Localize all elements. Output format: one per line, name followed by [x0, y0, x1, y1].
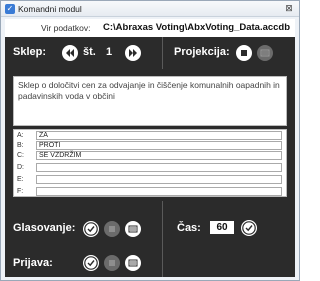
answer-key: B: — [17, 142, 24, 149]
time-input[interactable]: 60 — [210, 221, 234, 234]
registration-stop-button[interactable] — [104, 255, 120, 271]
answer-key: C: — [17, 152, 24, 159]
answer-row: A: ZA — [14, 131, 286, 140]
time-confirm-button[interactable] — [241, 220, 257, 236]
answer-key: D: — [17, 164, 24, 171]
data-source-path: C:\Abraxas Voting\AbxVoting_Data.accdb — [103, 22, 291, 33]
next-button[interactable] — [125, 45, 141, 61]
data-source-row: Vir podatkov: C:\Abraxas Voting\AbxVotin… — [5, 19, 295, 37]
time-label: Čas: — [177, 222, 201, 234]
display-icon — [260, 49, 270, 57]
main-content: Vir podatkov: C:\Abraxas Voting\AbxVotin… — [5, 19, 295, 277]
session-number: 1 — [106, 46, 113, 58]
answer-field[interactable] — [36, 163, 282, 172]
motion-panel: Sklep o določitvi cen za odvajanje in či… — [5, 69, 295, 201]
fast-forward-icon — [129, 49, 137, 57]
check-edit-icon — [242, 221, 256, 235]
voting-stop-button[interactable] — [104, 221, 120, 237]
display-icon — [128, 259, 138, 267]
window-title: Komandni modul — [18, 4, 82, 14]
previous-button[interactable] — [62, 45, 78, 61]
registration-label: Prijava: — [13, 257, 53, 269]
command-module-window: ✓ Komandni modul ⊠ Vir podatkov: C:\Abra… — [0, 0, 300, 281]
voting-label: Glasovanje: — [13, 222, 76, 234]
answer-row: F: — [14, 187, 286, 196]
title-bar: ✓ Komandni modul ⊠ — [1, 1, 299, 17]
answer-row: D: — [14, 163, 286, 172]
voting-start-button[interactable] — [83, 221, 99, 237]
answer-field[interactable] — [36, 187, 282, 196]
answer-key: F: — [17, 188, 24, 195]
stop-icon — [109, 226, 115, 232]
close-icon[interactable]: ⊠ — [284, 4, 294, 14]
answer-field[interactable]: PROTI — [36, 141, 282, 150]
answer-key: A: — [17, 132, 24, 139]
registration-start-button[interactable] — [83, 255, 99, 271]
stop-icon — [109, 260, 115, 266]
vertical-divider — [162, 201, 163, 277]
stop-icon — [241, 50, 247, 56]
projection-label: Projekcija: — [174, 46, 230, 58]
session-bar: Sklep: št. 1 Projekcija: — [5, 37, 295, 69]
answer-key: E: — [17, 176, 24, 183]
projection-stop-button[interactable] — [236, 45, 252, 61]
app-check-icon: ✓ — [5, 4, 15, 14]
answer-row: E: — [14, 175, 286, 184]
answer-field[interactable]: ZA — [36, 131, 282, 140]
answer-row: B: PROTI — [14, 141, 286, 150]
check-edit-icon — [84, 256, 98, 270]
controls-bar: Glasovanje: Prijava: Čas: 60 — [5, 201, 295, 277]
display-icon — [128, 225, 138, 233]
registration-results-button[interactable] — [125, 255, 141, 271]
answer-field[interactable]: SE VZDRŽIM — [36, 151, 282, 160]
answers-list: A: ZA B: PROTI C: SE VZDRŽIM D: E: F: — [13, 129, 287, 197]
projection-display-button[interactable] — [257, 45, 273, 61]
vertical-divider — [162, 37, 163, 69]
number-prefix: št. — [83, 46, 96, 58]
voting-results-button[interactable] — [125, 221, 141, 237]
check-edit-icon — [84, 222, 98, 236]
answer-row: C: SE VZDRŽIM — [14, 151, 286, 160]
answer-field[interactable] — [36, 175, 282, 184]
data-source-label: Vir podatkov: — [41, 23, 91, 33]
session-label: Sklep: — [13, 46, 47, 58]
rewind-icon — [66, 49, 74, 57]
motion-text[interactable]: Sklep o določitvi cen za odvajanje in či… — [13, 76, 287, 126]
